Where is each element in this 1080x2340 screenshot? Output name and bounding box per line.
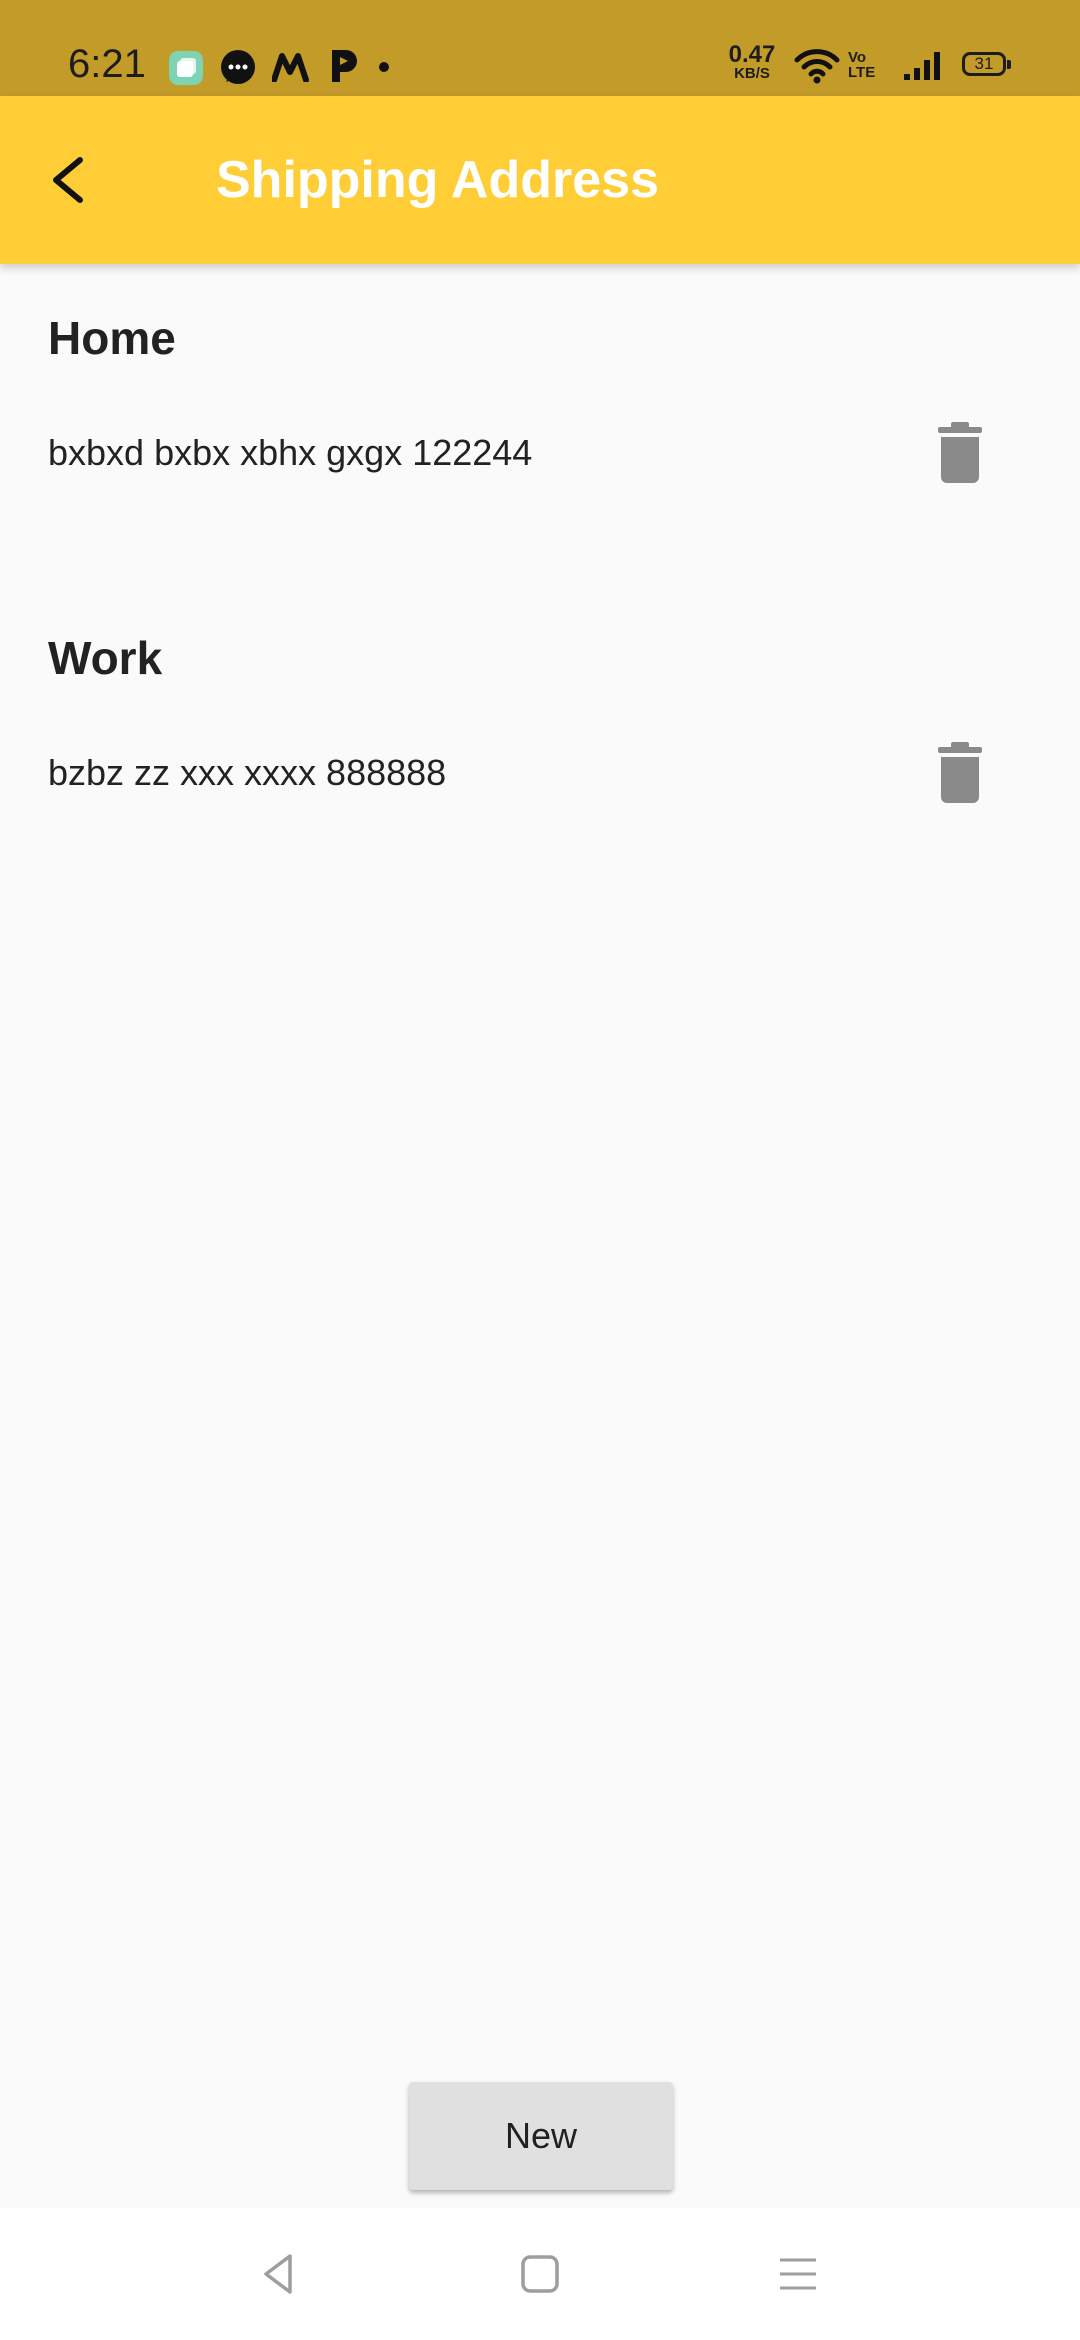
address-label: Work xyxy=(48,632,163,684)
address-text: bxbxd bxbx xbhx gxgx 122244 xyxy=(48,432,533,473)
volte-icon: Vo LTE xyxy=(848,49,876,81)
app-notification-icon xyxy=(168,50,204,91)
nav-home-button[interactable] xyxy=(508,2242,572,2306)
app-bar: Shipping Address xyxy=(0,96,1080,264)
status-time: 6:21 xyxy=(68,42,146,86)
back-arrow-icon xyxy=(53,157,83,203)
nav-home-icon xyxy=(521,2255,559,2293)
trash-icon xyxy=(938,742,982,803)
nav-back-button[interactable] xyxy=(248,2242,312,2306)
p-app-icon xyxy=(328,48,358,89)
nav-back-icon xyxy=(264,2254,292,2294)
status-bar: 6:21 0.47 KB/S Vo LTE 31 xyxy=(0,0,1080,96)
new-address-button[interactable]: New xyxy=(409,2082,673,2190)
navigation-bar xyxy=(0,2208,1080,2340)
trash-icon xyxy=(938,422,982,483)
delete-address-button[interactable] xyxy=(924,737,996,809)
nav-recents-button[interactable] xyxy=(766,2242,830,2306)
page-title: Shipping Address xyxy=(216,151,659,209)
nav-recents-icon xyxy=(780,2258,816,2290)
wifi-icon xyxy=(794,48,840,89)
back-button[interactable] xyxy=(24,136,112,224)
address-label: Home xyxy=(48,312,176,364)
delete-address-button[interactable] xyxy=(924,417,996,489)
m-app-icon xyxy=(271,52,310,87)
signal-icon xyxy=(902,50,942,87)
chat-icon xyxy=(218,48,258,93)
address-text: bzbz zz xxx xxxx 888888 xyxy=(48,752,447,793)
more-notifications-dot-icon xyxy=(378,60,390,78)
network-speed: 0.47 KB/S xyxy=(728,41,776,82)
battery-icon: 31 xyxy=(962,52,1011,76)
